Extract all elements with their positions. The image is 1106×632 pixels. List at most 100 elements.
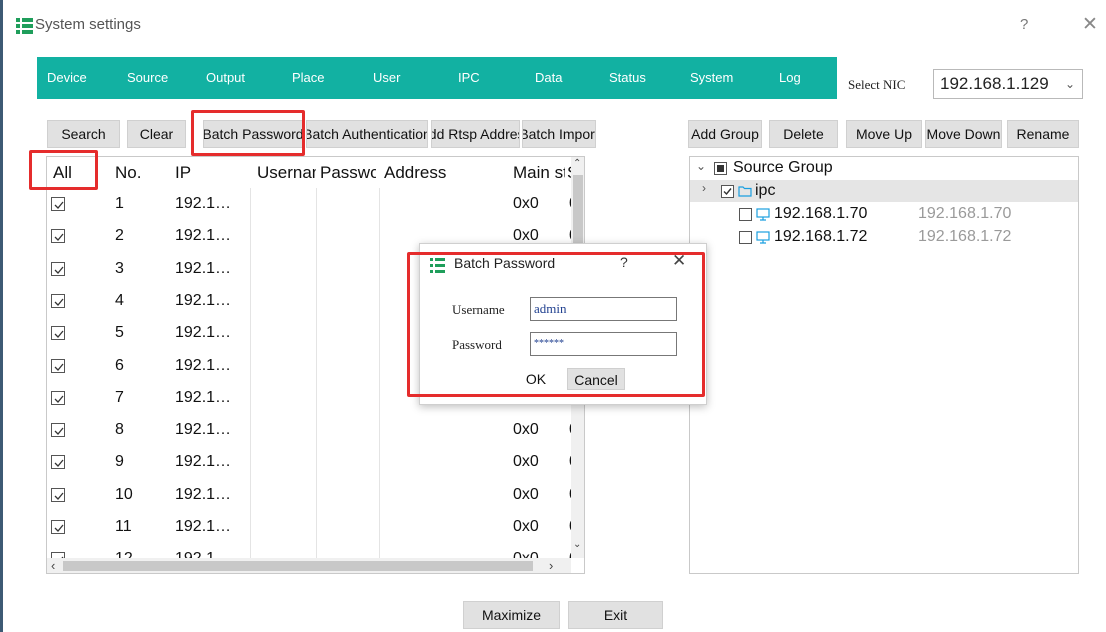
row-checkbox[interactable]: [51, 293, 65, 308]
horizontal-scrollbar[interactable]: ‹ ›: [47, 558, 571, 573]
row-no: 3: [115, 259, 124, 277]
tab-source[interactable]: Source: [127, 57, 168, 99]
tree-device-name: 192.168.1.72: [774, 228, 868, 245]
row-checkbox[interactable]: [51, 455, 65, 470]
move-up-button[interactable]: Move Up: [846, 120, 922, 148]
tree-device-2[interactable]: 192.168.1.72 192.168.1.72: [690, 226, 1078, 248]
tab-device[interactable]: Device: [47, 57, 87, 99]
header-all[interactable]: All: [53, 157, 103, 188]
row-main-stream: 0x0: [513, 485, 539, 503]
checkbox-unchecked[interactable]: [739, 208, 752, 221]
add-group-button[interactable]: Add Group: [688, 120, 762, 148]
tab-system[interactable]: System: [690, 57, 733, 99]
search-button[interactable]: Search: [47, 120, 120, 148]
exit-button[interactable]: Exit: [568, 601, 663, 629]
dialog-title: Batch Password: [454, 255, 556, 271]
chevron-down-icon[interactable]: ⌄: [696, 159, 706, 173]
row-no: 6: [115, 356, 124, 374]
maximize-button[interactable]: Maximize: [463, 601, 560, 629]
ok-button[interactable]: OK: [516, 368, 556, 390]
row-checkbox[interactable]: [51, 326, 65, 341]
header-ip[interactable]: IP: [175, 157, 245, 188]
tab-log[interactable]: Log: [779, 57, 801, 99]
header-address[interactable]: Address: [384, 157, 506, 188]
delete-button[interactable]: Delete: [769, 120, 838, 148]
dialog-help-button[interactable]: ?: [620, 254, 628, 270]
batch-password-dialog: Batch Password ? ✕ Username admin Passwo…: [419, 243, 707, 405]
partial-checkbox[interactable]: [714, 162, 727, 175]
row-checkbox[interactable]: [51, 358, 65, 373]
batch-authentication-button[interactable]: Batch Authentication: [306, 120, 428, 148]
checkbox-unchecked[interactable]: [739, 231, 752, 244]
row-checkbox[interactable]: [51, 197, 65, 211]
horizontal-scroll-thumb[interactable]: [63, 561, 533, 571]
header-username[interactable]: Username: [257, 157, 316, 188]
row-no: 1: [115, 195, 124, 212]
row-ip: 192.1…: [175, 259, 232, 277]
row-checkbox[interactable]: [51, 423, 65, 438]
checkbox-checked[interactable]: [721, 185, 734, 198]
tree-device-ip: 192.168.1.72: [918, 228, 1012, 245]
dialog-close-button[interactable]: ✕: [672, 251, 686, 271]
row-checkbox[interactable]: [51, 390, 65, 405]
close-button[interactable]: ✕: [1082, 13, 1098, 36]
cancel-button[interactable]: Cancel: [567, 368, 625, 390]
tab-place[interactable]: Place: [292, 57, 325, 99]
password-input[interactable]: ******: [530, 332, 677, 356]
nav-bar: Device Source Output Place User IPC Data…: [37, 57, 837, 99]
table-row[interactable]: 10192.1…0x00: [47, 479, 571, 511]
tab-user[interactable]: User: [373, 57, 400, 99]
rename-button[interactable]: Rename: [1007, 120, 1079, 148]
add-rtsp-button[interactable]: Add Rtsp Address: [431, 120, 520, 148]
tab-output[interactable]: Output: [206, 57, 245, 99]
scroll-right-icon[interactable]: ›: [549, 558, 553, 573]
nic-select[interactable]: 192.168.1.129 ⌄: [933, 69, 1083, 99]
add-rtsp-label: Add Rtsp Address: [432, 126, 519, 142]
row-no: 12: [115, 543, 165, 558]
source-tree: ⌄ Source Group › ipc 192.168.1.70 192.16…: [689, 156, 1079, 574]
clear-button[interactable]: Clear: [127, 120, 186, 148]
title-bar: System settings ? ✕: [0, 0, 1106, 52]
header-no[interactable]: No.: [115, 157, 165, 188]
row-no: 5: [115, 324, 124, 342]
username-label: Username: [452, 302, 505, 317]
tab-ipc[interactable]: IPC: [458, 57, 480, 99]
tree-group-label: ipc: [755, 182, 776, 199]
row-no: 4: [115, 291, 124, 309]
row-ip: 192.1…: [175, 195, 232, 212]
header-password[interactable]: Password: [320, 157, 376, 188]
row-main-stream: 0x0: [513, 421, 539, 439]
tree-group-ipc[interactable]: › ipc: [690, 180, 1078, 202]
table-row[interactable]: 12192.1…0x00: [47, 543, 571, 558]
row-ip: 192.1…: [175, 518, 232, 535]
username-input[interactable]: admin: [530, 297, 677, 321]
row-no: 10: [115, 485, 133, 503]
row-checkbox[interactable]: [51, 261, 65, 276]
move-down-label: Move Down: [926, 126, 1001, 142]
header-main-stream[interactable]: Main stream: [513, 157, 565, 188]
row-checkbox[interactable]: [51, 229, 65, 244]
table-row[interactable]: 11192.1…0x00: [47, 511, 571, 543]
table-row[interactable]: 9192.1…0x00: [47, 446, 571, 478]
row-checkbox[interactable]: [51, 520, 65, 534]
batch-password-label: Batch Password: [203, 126, 303, 142]
move-down-button[interactable]: Move Down: [925, 120, 1002, 148]
scroll-up-icon[interactable]: ⌃: [573, 158, 581, 169]
nic-label: Select NIC: [848, 77, 906, 92]
tab-data[interactable]: Data: [535, 57, 562, 99]
chevron-right-icon[interactable]: ›: [702, 181, 706, 195]
tab-status[interactable]: Status: [609, 57, 646, 99]
row-checkbox[interactable]: [51, 487, 65, 502]
batch-password-button[interactable]: Batch Password: [203, 120, 303, 148]
help-button[interactable]: ?: [1020, 16, 1028, 33]
tree-root[interactable]: ⌄ Source Group: [690, 157, 1078, 179]
table-row[interactable]: 8192.1…0x00: [47, 414, 571, 446]
row-no: 8: [115, 421, 124, 439]
scroll-down-icon[interactable]: ⌄: [573, 539, 581, 550]
scroll-left-icon[interactable]: ‹: [51, 558, 55, 573]
password-label: Password: [452, 337, 502, 352]
table-row[interactable]: 1192.1…0x00: [47, 188, 571, 220]
tree-device-1[interactable]: 192.168.1.70 192.168.1.70: [690, 203, 1078, 225]
batch-import-button[interactable]: Batch Import: [522, 120, 596, 148]
dialog-grid-icon: [430, 258, 445, 273]
